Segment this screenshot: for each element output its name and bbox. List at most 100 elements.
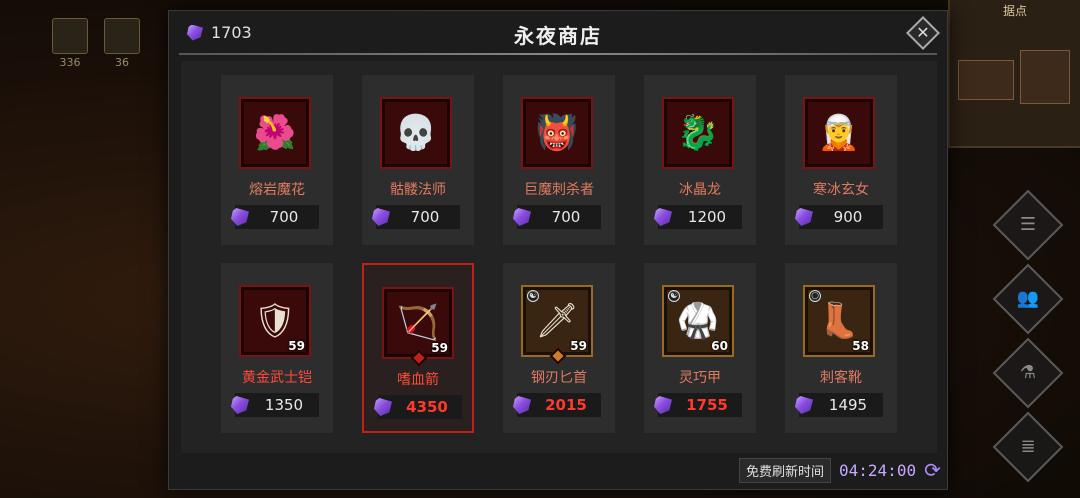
item-price: 700 [231,205,319,229]
item-level: 60 [711,339,728,353]
dagger-icon: 🗡 [535,301,579,341]
robe-icon: 🥋 [676,301,720,341]
minimap[interactable]: 据点 [948,0,1080,148]
shop-item-card[interactable]: 🌺 熔岩魔花 700 [221,75,333,245]
shop-title: 永夜商店 [514,24,602,48]
refresh-label: 免费刷新时间 [739,457,832,483]
gem-icon [795,396,813,414]
steel-dagger-portrait: ☯ 🗡 59 [521,285,593,365]
item-name: 黄金武士铠 [242,370,312,386]
assassin-boots-portrait: ○ 👢 58 [803,285,875,357]
price-value: 4350 [406,398,448,416]
price-value: 1755 [686,396,728,414]
yin-yang-icon: ☯ [527,290,539,302]
price-value: 700 [410,208,440,226]
dragon-icon: 🐉 [676,113,720,153]
quick-slot-1[interactable] [52,18,88,54]
item-name: 冰晶龙 [679,182,721,198]
minimap-room [1020,50,1070,104]
rarity-diamond-icon [549,347,567,365]
yin-yang-icon: ☯ [668,290,680,302]
item-level: 59 [288,339,305,353]
skull-icon: 💀 [394,113,438,153]
gem-icon [231,208,249,226]
elf-icon: 🧝 [817,113,861,153]
agile-armor-portrait: ☯ 🥋 60 [662,285,734,357]
close-icon: ✕ [916,23,930,42]
refresh-icon[interactable]: ⟳ [924,458,941,482]
shop-panel: 1703 永夜商店 ✕ 🌺 熔岩魔花 700 💀 骷髅法师 700 👹 巨魔刺杀… [168,10,948,490]
gem-icon [795,208,813,226]
item-price: 4350 [374,395,462,419]
gem-icon [513,208,531,226]
shop-item-card[interactable]: 💀 骷髅法师 700 [362,75,474,245]
header-divider [179,53,937,55]
gem-icon [374,398,392,416]
refresh-countdown: 04:24:00 [839,460,917,480]
item-name: 巨魔刺杀者 [524,182,594,198]
item-price: 700 [513,205,601,229]
item-name: 灵巧甲 [679,370,721,386]
price-value: 1350 [264,396,304,414]
team-icon: 👥 [1016,288,1040,309]
item-price: 1200 [654,205,742,229]
shop-item-grid: 🌺 熔岩魔花 700 💀 骷髅法师 700 👹 巨魔刺杀者 700 🐉 冰晶龙 … [181,61,937,453]
item-name: 嗜血箭 [397,372,439,388]
price-value: 900 [833,208,863,226]
boots-icon: 👢 [817,301,861,341]
shop-item-card[interactable]: 🐉 冰晶龙 1200 [644,75,756,245]
item-price: 1495 [795,393,883,417]
ice-dragon-portrait: 🐉 [662,97,734,169]
price-value: 1495 [828,396,868,414]
price-value: 1200 [687,208,727,226]
item-level: 59 [431,341,448,355]
potion-icon: ⚗ [1019,362,1037,383]
gem-icon [654,396,672,414]
refresh-timer: 免费刷新时间 04:24:00 ⟳ [739,457,941,483]
item-price: 1350 [231,393,319,417]
price-value: 2015 [545,396,587,414]
troll-assassin-portrait: 👹 [521,97,593,169]
gem-icon [654,208,672,226]
lava-flower-portrait: 🌺 [239,97,311,169]
shop-item-card-selected[interactable]: 🏹 59 嗜血箭 4350 [362,263,474,433]
item-price: 700 [372,205,460,229]
item-name: 寒冰玄女 [813,182,869,198]
armor-icon: 🛡 [253,301,297,341]
item-name: 钢刃匕首 [531,370,587,386]
item-price: 900 [795,205,883,229]
rarity-diamond-icon [410,349,428,367]
minimap-room [958,60,1014,100]
bloodthirst-arrow-portrait: 🏹 59 [382,287,454,367]
item-name: 骷髅法师 [390,182,446,198]
quick-slot-2-count: 36 [115,56,129,69]
quick-slot-2[interactable] [104,18,140,54]
shop-item-card[interactable]: 🧝 寒冰玄女 900 [785,75,897,245]
troll-icon: 👹 [535,113,579,153]
gem-icon [513,396,531,414]
item-name: 刺客靴 [820,370,862,386]
item-price: 2015 [513,393,601,417]
ring-icon: ○ [809,290,821,302]
item-level: 59 [570,339,587,353]
item-price: 1755 [654,393,742,417]
shop-header: 1703 永夜商店 ✕ [169,11,947,55]
shop-item-card[interactable]: 🛡 59 黄金武士铠 1350 [221,263,333,433]
price-value: 700 [551,208,581,226]
list-icon: ≣ [1020,436,1036,457]
flower-icon: 🌺 [253,113,297,153]
item-level: 58 [852,339,869,353]
gold-armor-portrait: 🛡 59 [239,285,311,357]
gem-icon [231,396,249,414]
scroll-icon: ☰ [1019,214,1037,235]
price-value: 700 [269,208,299,226]
ice-maiden-portrait: 🧝 [803,97,875,169]
arrow-icon: 🏹 [396,303,440,343]
shop-item-card[interactable]: ☯ 🥋 60 灵巧甲 1755 [644,263,756,433]
quick-slot-1-count: 336 [59,56,81,69]
gem-icon [372,208,390,226]
minimap-title: 据点 [1002,4,1027,18]
shop-item-card[interactable]: 👹 巨魔刺杀者 700 [503,75,615,245]
shop-item-card[interactable]: ○ 👢 58 刺客靴 1495 [785,263,897,433]
shop-item-card[interactable]: ☯ 🗡 59 钢刃匕首 2015 [503,263,615,433]
